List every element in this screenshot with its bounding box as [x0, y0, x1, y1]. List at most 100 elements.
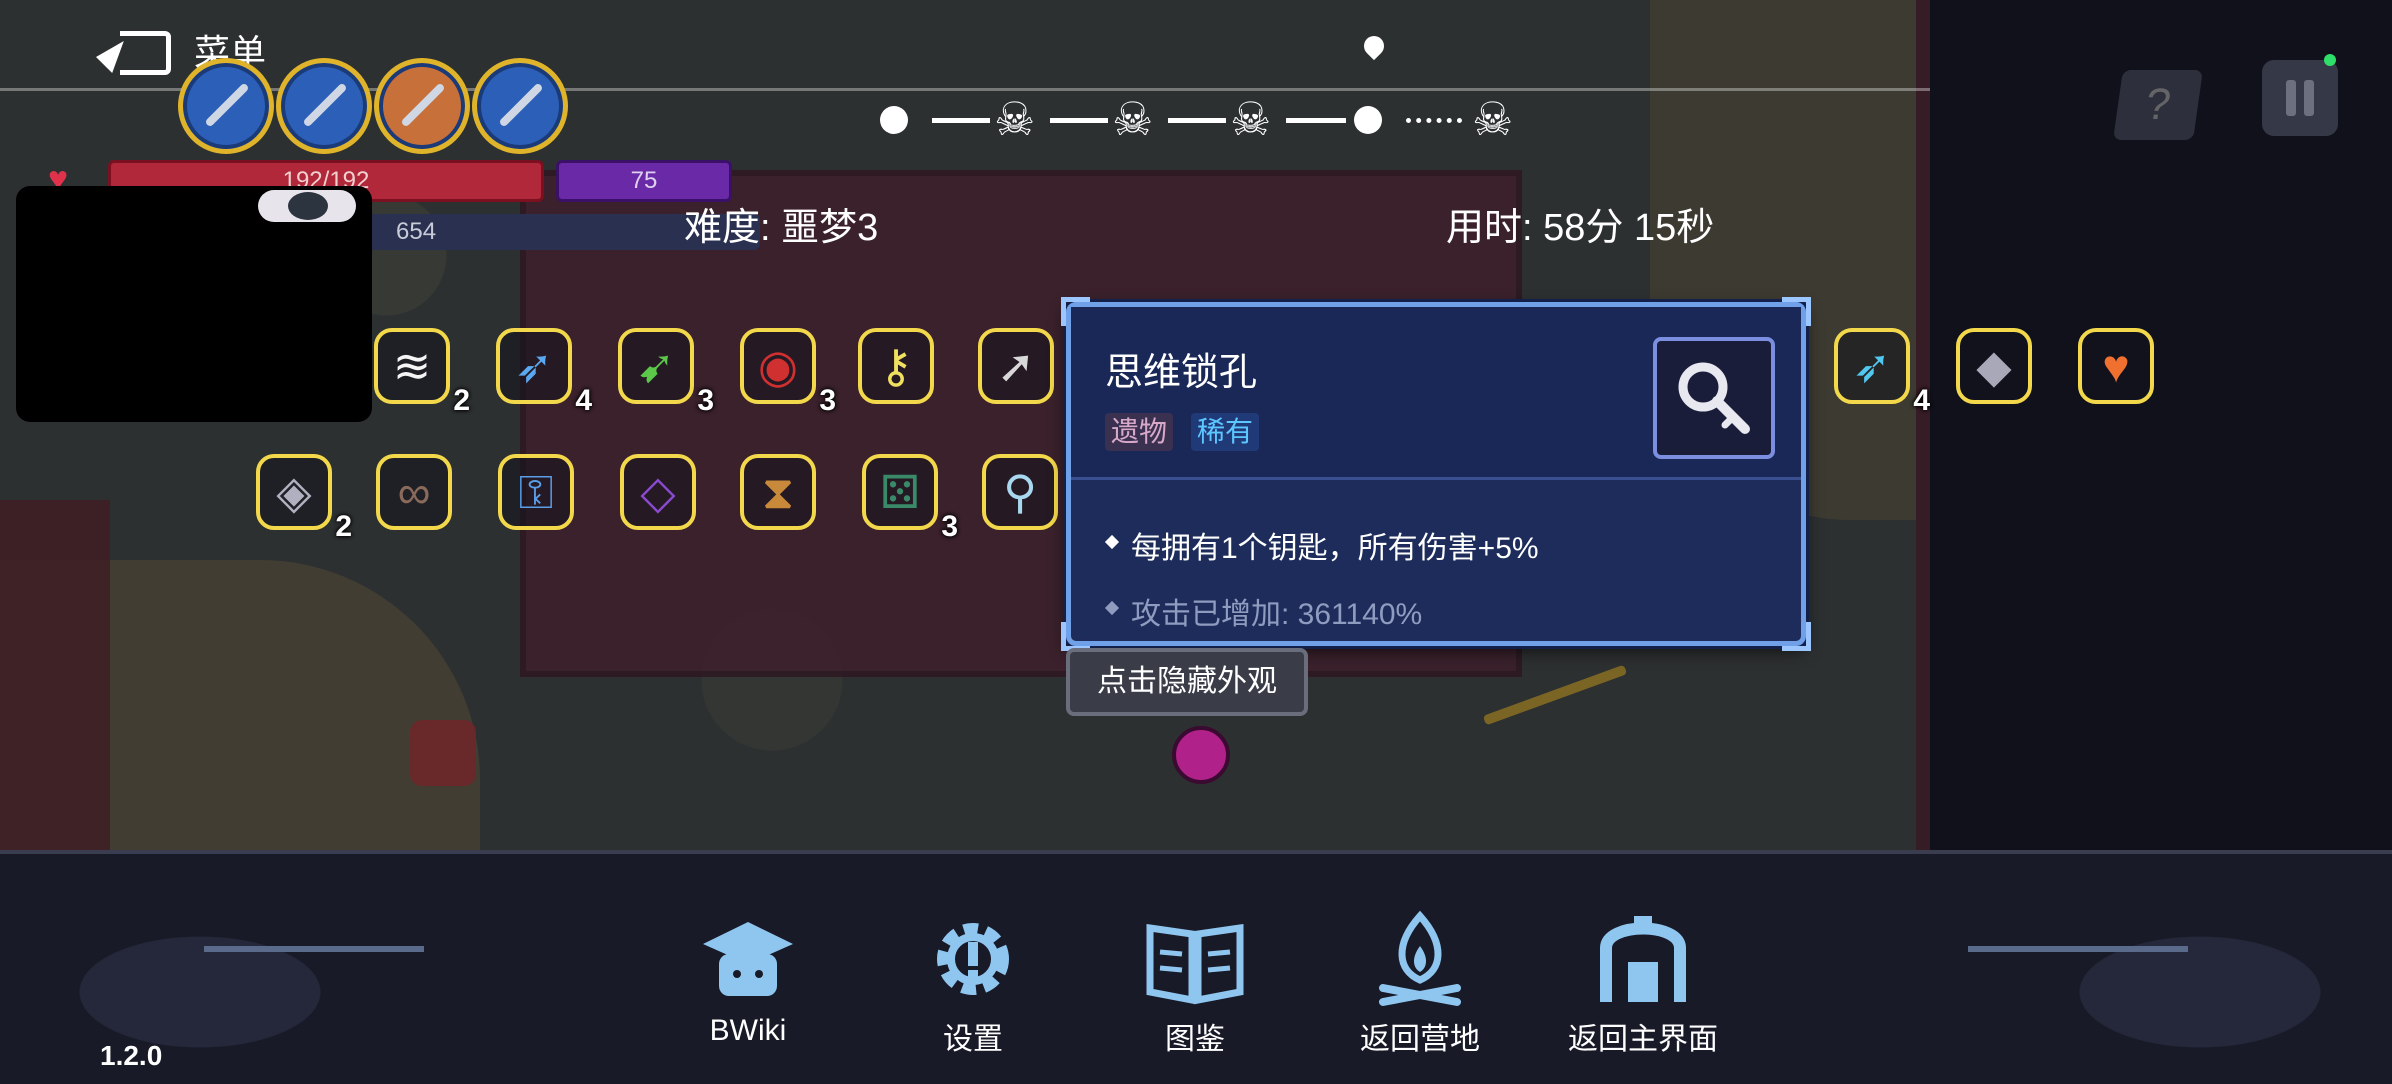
relic-stone-fragment[interactable]: ◈ 2: [250, 448, 352, 543]
relic-green-arrow[interactable]: ➹ 3: [612, 322, 714, 417]
relic-count: 3: [819, 384, 836, 417]
blue-crossbow-icon: ➶: [496, 328, 572, 404]
magic-orb-icon: [1172, 726, 1230, 784]
tooltip-divider: [1071, 477, 1801, 480]
key-icon: [1678, 362, 1750, 434]
magnifier-icon: ⚲: [982, 454, 1058, 530]
relic-effect: 每拥有1个钥匙，所有伤害+5%: [1131, 532, 1539, 565]
relic-magnifier[interactable]: ⚲: [976, 448, 1064, 536]
relic-type-tag: 遗物: [1105, 413, 1174, 451]
relic-blue-crossbow[interactable]: ➶ 4: [490, 322, 592, 417]
decor-arrow-right: [1968, 946, 2188, 952]
nav-return-main[interactable]: 返回主界面: [1553, 904, 1733, 1058]
thought-keyhole-icon: ⚷: [858, 328, 934, 404]
track-segment: [932, 118, 990, 123]
hourglass-icon: ⧗: [740, 454, 816, 530]
rarity-tag: 稀有: [1191, 413, 1260, 451]
nav-label: 设置: [943, 1023, 1003, 1056]
book-icon: [1140, 904, 1250, 1014]
frame-corner: [1782, 297, 1811, 326]
difficulty-label: 难度: 噩梦3: [684, 207, 879, 249]
relic-count: 3: [941, 510, 958, 543]
version-label: 1.2.0: [100, 1040, 163, 1071]
relic-tooltip: 思维锁孔 遗物 稀有 每拥有1个钥匙，所有伤害+5% 攻击已增加: 361140…: [1061, 297, 1811, 651]
help-book-icon[interactable]: ?: [2113, 70, 2203, 140]
stage-node: [880, 106, 908, 134]
track-segment: [1168, 118, 1226, 123]
relic-count: 2: [453, 384, 470, 417]
crystal-shard-icon: ◆: [1956, 328, 2032, 404]
skull-icon: ☠: [1112, 93, 1154, 145]
dice-icon: ⚄: [862, 454, 938, 530]
relic-count: 4: [575, 384, 592, 417]
nav-codex[interactable]: 图鉴: [1105, 904, 1285, 1058]
bullet-icon: [1104, 534, 1120, 550]
relic-hourglass[interactable]: ⧗: [734, 448, 822, 536]
nav-label: 返回主界面: [1568, 1023, 1718, 1056]
stage-progress-track: ☠ ☠ ☠ ☠: [880, 88, 1540, 152]
nav-return-camp[interactable]: 返回营地: [1330, 904, 1510, 1058]
relic-chain[interactable]: ∞: [370, 448, 458, 536]
ice-crossbow-icon: ➶: [1834, 328, 1910, 404]
red-eye-horn-icon: ◉: [740, 328, 816, 404]
relic-red-eye-horn[interactable]: ◉ 3: [734, 322, 836, 417]
weapon-slot[interactable]: [374, 58, 470, 154]
stage-node-current: [1354, 106, 1382, 134]
hide-appearance-button[interactable]: 点击隐藏外观: [1066, 648, 1308, 716]
status-dot: [2324, 54, 2336, 66]
tooltip-title: 思维锁孔: [1105, 352, 1258, 394]
relic-count: 3: [697, 384, 714, 417]
blue-key-icon: ⚿: [498, 454, 574, 530]
frame-corner: [1782, 622, 1811, 651]
decor-arrow-left: [204, 946, 424, 952]
relic-purple-gem-box[interactable]: ◇: [614, 448, 702, 536]
relic-bonus-stat: 攻击已增加: 361140%: [1131, 598, 1423, 631]
relic-thought-keyhole[interactable]: ⚷: [852, 322, 940, 410]
relic-fang-jaw[interactable]: ≋ 2: [368, 322, 470, 417]
relic-plus-arrow[interactable]: ➚: [972, 322, 1060, 410]
nav-label: 图鉴: [1165, 1023, 1225, 1056]
avatar: [258, 190, 356, 222]
gear-icon: [918, 904, 1028, 1014]
decor-wave: [0, 854, 500, 1084]
graduation-cap-icon: [693, 904, 803, 1014]
nav-bwiki[interactable]: BWiki: [658, 904, 838, 1048]
fang-jaw-icon: ≋: [374, 328, 450, 404]
relic-count: 2: [335, 510, 352, 543]
green-arrow-icon: ➹: [618, 328, 694, 404]
track-segment: [1050, 118, 1108, 123]
skull-icon: ☠: [994, 93, 1036, 145]
nav-label: BWiki: [709, 1014, 787, 1047]
weapon-slot[interactable]: [276, 58, 372, 154]
weapon-slot[interactable]: [472, 58, 568, 154]
bottom-menu-panel: BWiki 设置 图鉴 返回营地 返回主界面: [0, 850, 2392, 1084]
relic-icon-frame: [1653, 337, 1775, 459]
relic-dice[interactable]: ⚄ 3: [856, 448, 958, 543]
time-used-label: 用时: 58分 15秒: [1446, 207, 1715, 249]
heart-icon: ♥: [2078, 328, 2154, 404]
relic-blue-key[interactable]: ⚿: [492, 448, 580, 536]
stone-fragment-icon: ◈: [256, 454, 332, 530]
bullet-icon: [1104, 600, 1120, 616]
back-arrow-icon: [96, 27, 172, 75]
boss-skull-icon: ☠: [1472, 93, 1514, 145]
campfire-icon: [1365, 904, 1475, 1014]
purple-gem-box-icon: ◇: [620, 454, 696, 530]
relic-ice-crossbow[interactable]: ➶ 4: [1828, 322, 1930, 417]
nav-label: 返回营地: [1360, 1023, 1480, 1056]
track-dotted-segment: [1406, 118, 1462, 123]
nav-settings[interactable]: 设置: [883, 904, 1063, 1058]
relic-heart[interactable]: ♥: [2072, 322, 2160, 410]
arch-gate-icon: [1588, 904, 1698, 1014]
plus-arrow-icon: ➚: [978, 328, 1054, 404]
skull-icon: ☠: [1230, 93, 1272, 145]
frame-corner: [1061, 297, 1090, 326]
track-segment: [1286, 118, 1346, 123]
weapon-slot[interactable]: [178, 58, 274, 154]
frame-corner: [1061, 622, 1090, 651]
chain-icon: ∞: [376, 454, 452, 530]
relic-count: 4: [1913, 384, 1930, 417]
pause-button[interactable]: [2262, 60, 2338, 136]
relic-crystal-shard[interactable]: ◆: [1950, 322, 2038, 410]
decor-wave: [1900, 854, 2392, 1084]
